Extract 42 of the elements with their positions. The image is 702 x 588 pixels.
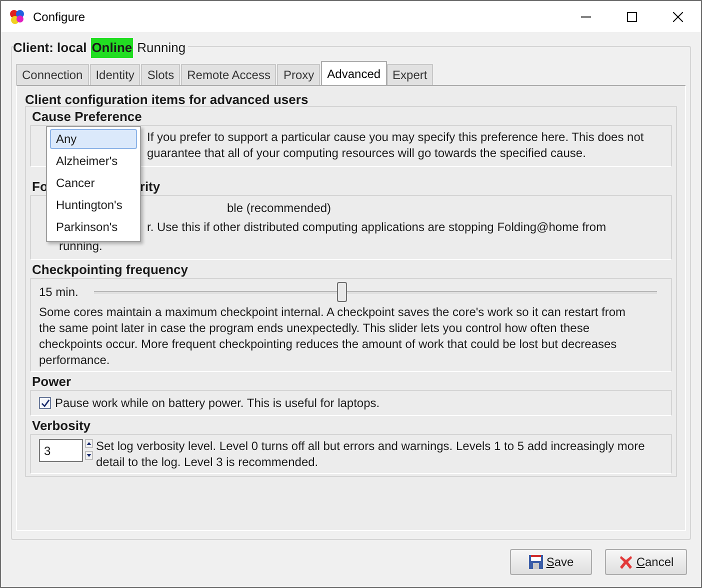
tab[interactable]: Remote Access (181, 64, 276, 85)
dropdown-option[interactable]: Parkinson's (50, 217, 137, 237)
app-logo-icon (9, 8, 25, 24)
cross-icon (618, 554, 634, 570)
status-badge: Online (90, 38, 134, 58)
dropdown-option[interactable]: Any (50, 129, 137, 149)
number-field[interactable]: 3 (39, 439, 83, 462)
tab[interactable]: Identity (90, 64, 140, 85)
section-title: Checkpointing frequency (32, 262, 190, 278)
option-text: running. (59, 238, 102, 255)
slider-reading: 15 min. (39, 284, 80, 301)
maximize-icon[interactable] (627, 12, 637, 22)
section-title: Power (32, 374, 72, 390)
description-text: Set log verbosity level. Level 0 turns off all but errors and warnings. Levels 1 to 5 add increasingly more detail to the log. Level 3 is recommended. (96, 438, 646, 470)
client-state: Running (137, 39, 186, 57)
checkbox[interactable] (39, 397, 51, 409)
section-title: Cause Preference (32, 109, 143, 125)
option-text: ble (recommended) (227, 200, 332, 217)
slider-track[interactable] (94, 282, 657, 302)
tab[interactable]: Proxy (277, 64, 320, 85)
tab[interactable]: Connection (16, 64, 89, 85)
spin-up-icon[interactable] (85, 439, 93, 448)
section-title: Verbosity (32, 418, 92, 434)
dropdown-option[interactable]: Alzheimer's (50, 151, 137, 171)
close-icon[interactable] (673, 12, 683, 22)
tab[interactable]: Slots (141, 64, 180, 85)
panel-title: Client configuration items for advanced users (25, 92, 310, 108)
tab[interactable]: Advanced (321, 61, 387, 85)
cancel-button[interactable]: Cancel (605, 549, 687, 575)
window-title: Configure (33, 8, 86, 26)
spin-down-icon[interactable] (85, 451, 93, 460)
tab[interactable]: Expert (386, 64, 434, 85)
description-text: Some cores maintain a maximum checkpoint internal. A checkpoint saves the core's work so it can restart from the same point later in case the program ends unexpectedly. This slider lets you control how often these checkpoints occur. More frequent checkpointing reduces the amount of work that could be lost but decreases performance. (39, 304, 627, 368)
save-button[interactable]: Save (510, 549, 592, 575)
section-title: rity (140, 179, 160, 195)
client-label: Client: local (13, 39, 87, 57)
checkbox-label: Pause work while on battery power. This is useful for laptops. (55, 395, 380, 412)
option-text: r. Use this if other distributed computing applications are stopping Folding@home from (147, 219, 606, 236)
slider-thumb[interactable] (336, 282, 347, 302)
dropdown-option[interactable]: Cancer (50, 173, 137, 193)
dropdown-option[interactable]: Huntington's (50, 195, 137, 215)
description-text: If you prefer to support a particular cause you may specify this preference here. This does not guarantee that all of your computing resources will go towards the specified cause. (147, 129, 645, 161)
